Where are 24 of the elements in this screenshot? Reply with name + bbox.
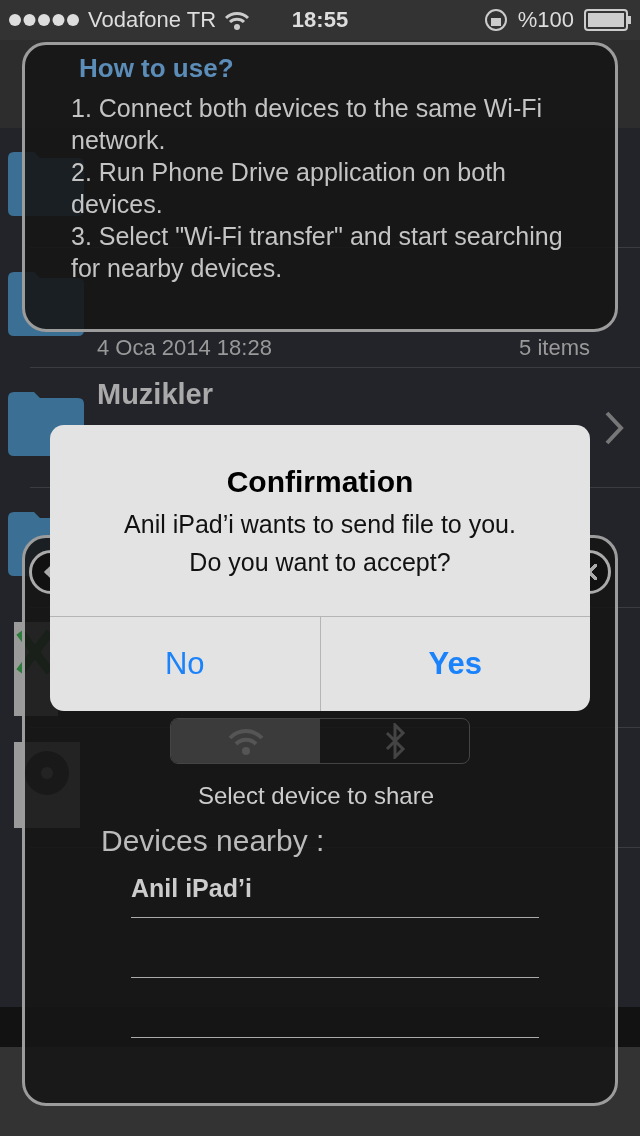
help-step: 1. Connect both devices to the same Wi-Fi network. bbox=[71, 92, 569, 156]
share-prompt: Select device to share bbox=[197, 782, 435, 810]
item-count: 5 items bbox=[519, 335, 590, 361]
help-title: How to use? bbox=[79, 53, 234, 84]
battery-percent: %100 bbox=[517, 7, 574, 33]
chevron-icon bbox=[604, 410, 624, 446]
dialog-message: Do you want to accept? bbox=[189, 547, 451, 578]
dialog-message: Anil iPad’i wants to send file to you. bbox=[124, 509, 516, 540]
dialog-button[interactable]: Yes bbox=[319, 617, 590, 711]
carrier-name: Vodafone TR bbox=[88, 7, 217, 33]
rotation-lock-icon bbox=[483, 8, 508, 32]
dialog-button[interactable]: No bbox=[50, 617, 320, 711]
transfer-segment[interactable] bbox=[171, 719, 320, 763]
file-date: 4 Oca 2014 18:28 bbox=[97, 335, 272, 361]
battery-icon bbox=[584, 9, 632, 31]
wifi-icon bbox=[224, 10, 251, 30]
dialog-title: Confirmation bbox=[225, 465, 415, 499]
signal-icon bbox=[8, 13, 80, 27]
help-step: 3. Select "Wi-Fi transfer" and start searching for nearby devices. bbox=[71, 220, 569, 284]
help-step: 2. Run Phone Drive application on both devices. bbox=[71, 156, 569, 220]
devices-heading: Devices nearby : bbox=[101, 824, 325, 858]
device-item[interactable]: Anil iPad’i bbox=[131, 874, 252, 917]
file-name: Muzikler bbox=[97, 377, 214, 410]
status-time: 18:55 bbox=[291, 7, 349, 33]
